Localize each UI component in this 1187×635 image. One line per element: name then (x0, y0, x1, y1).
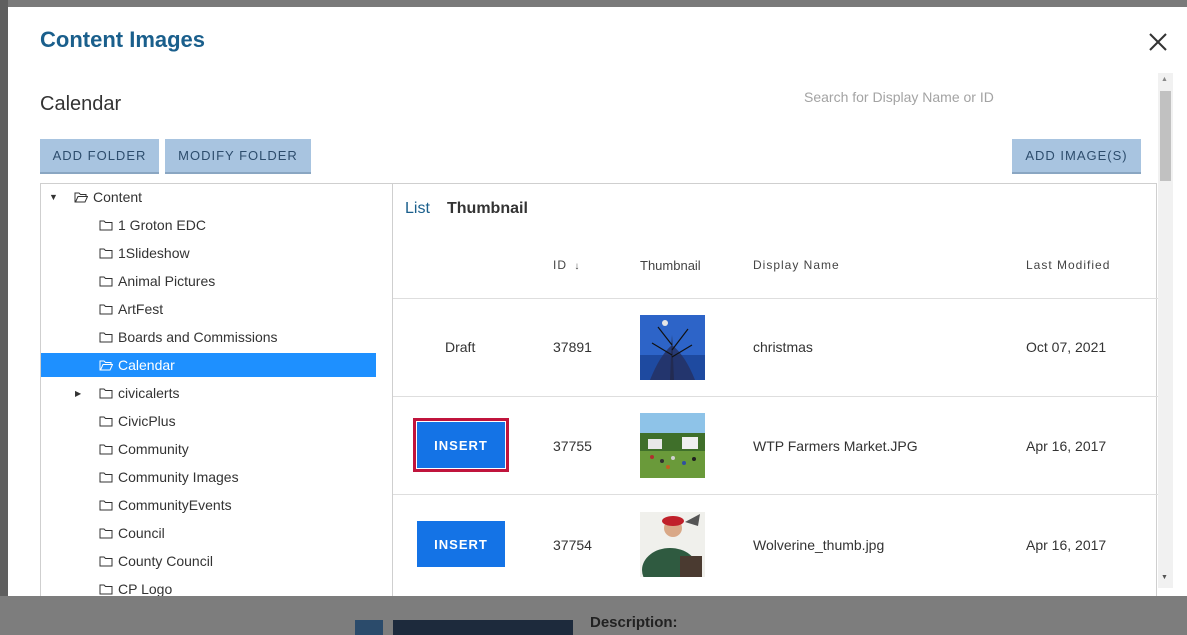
column-header-id-label: ID (553, 258, 567, 272)
background-page-left (0, 0, 8, 635)
insert-button[interactable]: INSERT (413, 418, 509, 472)
folder-tree[interactable]: ▼ Content 1 Groton EDC 1Slideshow Animal… (41, 184, 393, 596)
tree-item-label: ArtFest (118, 301, 164, 317)
row-divider (393, 494, 1158, 495)
scroll-down-arrow-icon[interactable]: ▼ (1161, 574, 1168, 581)
tree-root-content[interactable]: ▼ Content (49, 185, 384, 209)
close-button[interactable] (1147, 31, 1169, 53)
tree-item-label: Animal Pictures (118, 273, 216, 289)
row-divider (393, 396, 1158, 397)
row-id: 37754 (553, 537, 592, 553)
row-last-modified: Apr 16, 2017 (1026, 537, 1107, 553)
tree-item-folder[interactable]: CommunityEvents (99, 493, 392, 517)
tree-item-label: CP Logo (118, 581, 173, 596)
tree-item-label: County Council (118, 553, 213, 569)
tree-item-label: Community Images (118, 469, 239, 485)
background-description-label: Description: (590, 614, 678, 631)
row-display-name: Wolverine_thumb.jpg (753, 537, 885, 553)
tree-item-calendar-selected[interactable]: Calendar (41, 353, 376, 377)
current-folder-heading: Calendar (40, 93, 122, 115)
tree-item-folder[interactable]: County Council (99, 549, 392, 573)
insert-button[interactable]: INSERT (417, 521, 505, 567)
thumbnail-image-farmers-market[interactable] (640, 413, 705, 478)
column-header-thumbnail: Thumbnail (640, 258, 701, 273)
tree-item-label: Council (118, 525, 165, 541)
row-status-draft: Draft (445, 339, 476, 355)
tree-root-label: Content (93, 189, 143, 205)
tree-item-folder[interactable]: CP Logo (99, 577, 392, 596)
folder-icon (99, 556, 113, 566)
column-header-last-modified[interactable]: Last Modified (1026, 258, 1110, 272)
background-block (355, 620, 383, 635)
tree-item-label: Boards and Commissions (118, 329, 278, 345)
folder-icon (99, 388, 113, 398)
folder-icon (99, 332, 113, 342)
row-display-name: christmas (753, 339, 813, 355)
tree-item-folder[interactable]: Council (99, 521, 392, 545)
folder-icon (99, 304, 113, 314)
row-last-modified: Oct 07, 2021 (1026, 339, 1107, 355)
image-list-area: List Thumbnail ID ↓ Thumbnail Display Na… (393, 184, 1158, 596)
tree-item-folder[interactable]: ArtFest (99, 297, 392, 321)
modal-title: Content Images (40, 27, 206, 52)
tree-item-label: 1Slideshow (118, 245, 190, 261)
folder-icon (99, 444, 113, 454)
tree-item-folder[interactable]: CivicPlus (99, 409, 392, 433)
tree-item-label: 1 Groton EDC (118, 217, 206, 233)
tree-item-folder[interactable]: ▶ civicalerts (75, 381, 392, 405)
tree-item-label: Calendar (118, 357, 175, 373)
tree-item-label: civicalerts (118, 385, 180, 401)
row-id: 37891 (553, 339, 592, 355)
view-toggle-thumbnail[interactable]: Thumbnail (447, 200, 528, 218)
tree-item-folder[interactable]: 1Slideshow (99, 241, 392, 265)
tree-item-folder[interactable]: 1 Groton EDC (99, 213, 392, 237)
tree-item-label: CivicPlus (118, 413, 176, 429)
content-panel: ▼ Content 1 Groton EDC 1Slideshow Animal… (40, 183, 1158, 596)
caret-down-icon[interactable]: ▼ (49, 192, 58, 202)
scroll-up-arrow-icon[interactable]: ▲ (1161, 76, 1168, 83)
tree-item-folder[interactable]: Animal Pictures (99, 269, 392, 293)
folder-icon (99, 220, 113, 230)
tree-item-folder[interactable]: Community Images (99, 465, 392, 489)
modify-folder-button[interactable]: MODIFY FOLDER (165, 139, 311, 174)
row-display-name: WTP Farmers Market.JPG (753, 438, 918, 454)
tree-item-folder[interactable]: Boards and Commissions (99, 325, 392, 349)
folder-icon (99, 472, 113, 482)
view-toggle-list[interactable]: List (405, 200, 430, 218)
close-icon[interactable] (1147, 31, 1169, 53)
content-images-modal: Content Images Calendar ADD FOLDER MODIF… (8, 7, 1187, 596)
tree-item-label: Community (118, 441, 189, 457)
thumbnail-image-wolverine[interactable] (640, 512, 705, 577)
folder-open-icon (99, 360, 113, 370)
column-header-display-name[interactable]: Display Name (753, 258, 840, 272)
row-divider (393, 298, 1158, 299)
folder-open-icon (74, 192, 88, 202)
caret-right-icon[interactable]: ▶ (75, 389, 81, 398)
sort-down-icon: ↓ (574, 261, 581, 272)
scrollbar-thumb[interactable] (1160, 91, 1171, 181)
folder-icon (99, 528, 113, 538)
folder-icon (99, 500, 113, 510)
folder-icon (99, 248, 113, 258)
thumbnail-image-christmas[interactable] (640, 315, 705, 380)
row-id: 37755 (553, 438, 592, 454)
tree-item-folder[interactable]: Community (99, 437, 392, 461)
add-folder-button[interactable]: ADD FOLDER (40, 139, 159, 174)
folder-icon (99, 276, 113, 286)
background-block (393, 620, 573, 635)
folder-icon (99, 584, 113, 594)
column-header-id[interactable]: ID ↓ (553, 258, 580, 272)
folder-icon (99, 416, 113, 426)
tree-item-label: CommunityEvents (118, 497, 232, 513)
add-images-button[interactable]: ADD IMAGE(S) (1012, 139, 1141, 174)
row-last-modified: Apr 16, 2017 (1026, 438, 1107, 454)
search-input[interactable] (804, 86, 1004, 108)
